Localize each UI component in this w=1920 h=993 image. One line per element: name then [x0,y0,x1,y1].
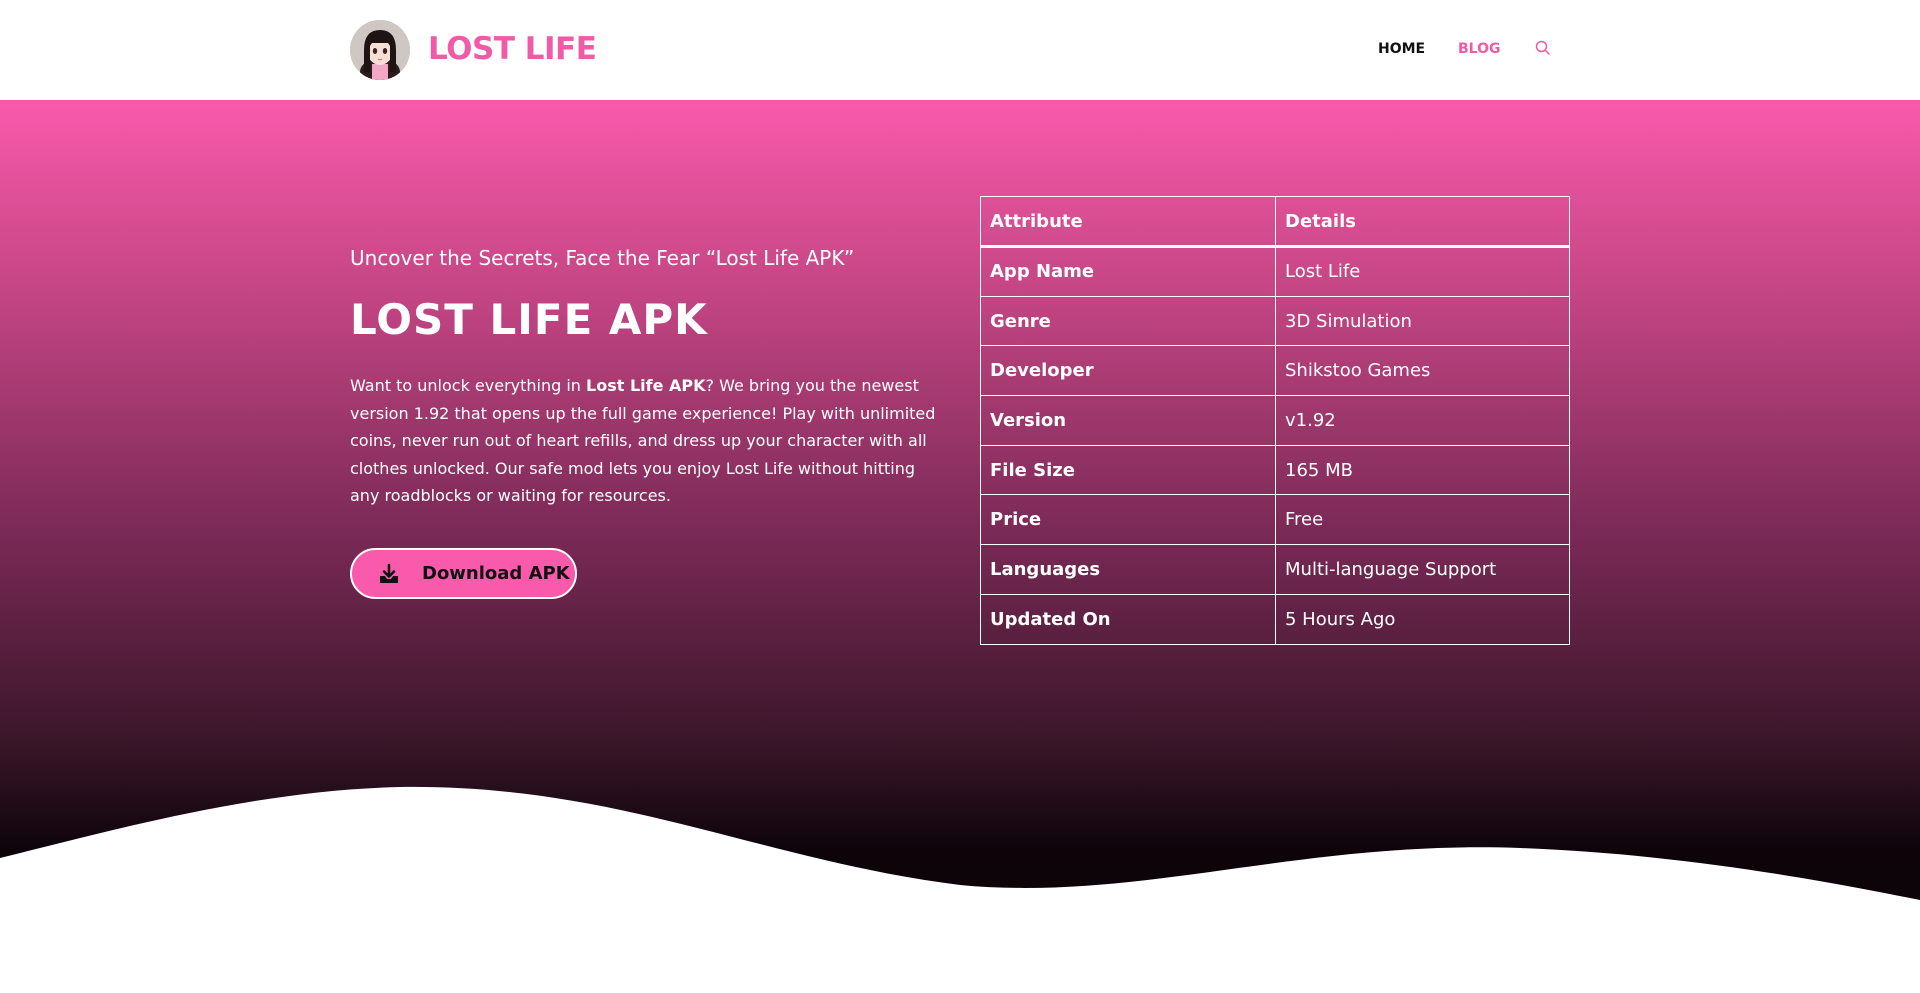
hero-tagline: Uncover the Secrets, Face the Fear “Lost… [350,246,855,270]
attribute-cell: Languages [980,544,1276,595]
logo-avatar-icon [350,20,410,80]
nav-item-home[interactable]: HOME [1378,40,1425,58]
attribute-cell: Version [980,395,1276,446]
details-cell: Shikstoo Games [1275,345,1570,397]
hero-headline: LOST LIFE APK [350,295,708,344]
download-button-label: Download APK [422,563,570,584]
details-cell: 3D Simulation [1275,295,1570,347]
hero-wave-divider [0,786,1920,993]
table-row: Languages Multi-language Support [980,544,1570,595]
table-row: Developer Shikstoo Games [980,345,1570,397]
attribute-cell: Developer [980,345,1276,397]
table-header-details: Details [1275,196,1570,248]
table-row: Price Free [980,494,1570,546]
details-cell: Multi-language Support [1275,544,1570,595]
site-header: LOST LIFE HOME BLOG [0,0,1920,100]
download-apk-button[interactable]: Download APK [350,548,577,599]
attribute-cell: Genre [980,295,1276,347]
attribute-cell: Updated On [980,593,1276,645]
download-icon [378,563,400,585]
details-cell: v1.92 [1275,395,1570,446]
attribute-cell: App Name [980,246,1276,297]
description-text-start: Want to unlock everything in [350,376,587,395]
table-row: App Name Lost Life [980,246,1570,297]
hero-section: Uncover the Secrets, Face the Fear “Lost… [0,100,1920,993]
app-info-table: Attribute Details App Name Lost Life Gen… [980,196,1570,645]
details-cell: 165 MB [1275,444,1570,496]
table-row: File Size 165 MB [980,444,1570,496]
site-title[interactable]: LOST LIFE [428,29,597,69]
details-cell: Lost Life [1275,246,1570,297]
table-header-row: Attribute Details [980,196,1570,248]
attribute-cell: File Size [980,444,1276,496]
table-row: Updated On 5 Hours Ago [980,593,1570,645]
description-bold-app-name: Lost Life APK [586,376,706,395]
description-text-end: ? We bring you the newest version 1.92 t… [350,376,936,505]
search-icon[interactable] [1534,39,1552,57]
hero-description: Want to unlock everything in Lost Life A… [350,372,940,510]
table-header-attribute: Attribute [980,196,1276,248]
site-logo[interactable] [350,20,410,80]
table-row: Genre 3D Simulation [980,295,1570,347]
details-cell: 5 Hours Ago [1275,593,1570,645]
attribute-cell: Price [980,494,1276,546]
details-cell: Free [1275,494,1570,546]
table-row: Version v1.92 [980,395,1570,446]
nav-item-blog[interactable]: BLOG [1458,40,1501,58]
